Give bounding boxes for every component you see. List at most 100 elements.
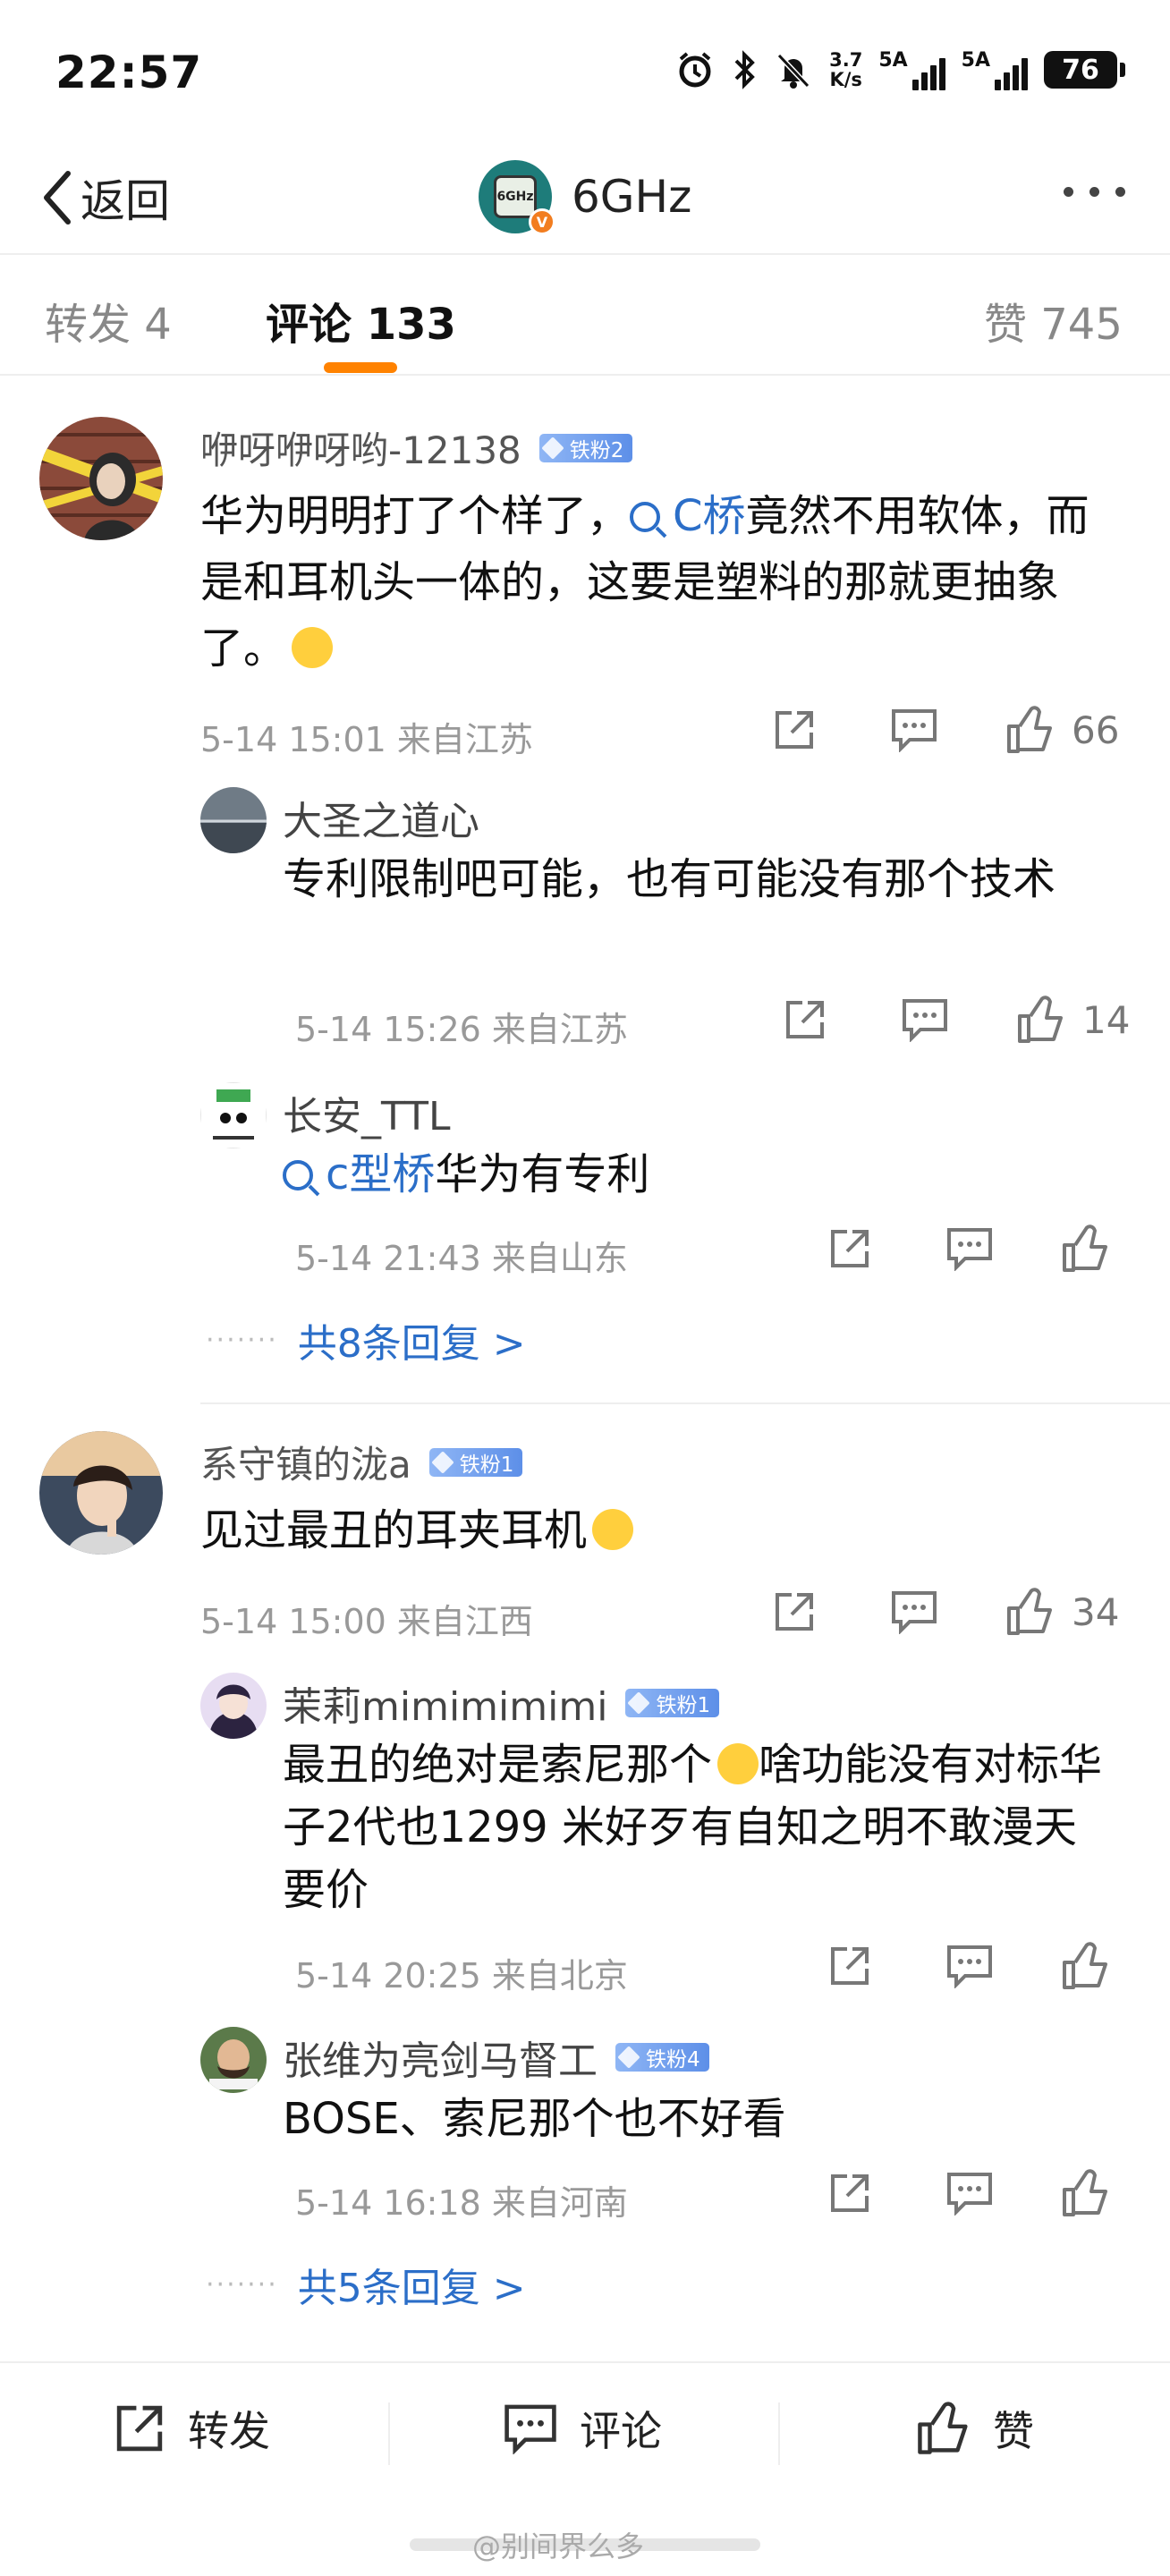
- reply-meta: 5-14 16:18 来自河南: [295, 2183, 628, 2223]
- username[interactable]: 系守镇的泷a: [200, 1435, 411, 1489]
- search-icon: [630, 502, 661, 532]
- username[interactable]: 咿呀咿呀哟-12138: [200, 420, 521, 475]
- back-button[interactable]: 返回: [39, 162, 170, 233]
- reply-actions: [825, 2168, 1111, 2218]
- share-icon[interactable]: [825, 2168, 875, 2218]
- comment-meta: 5-14 15:01 来自江苏: [200, 720, 533, 759]
- post-author[interactable]: 6GHz V 6GHz: [479, 157, 691, 237]
- bottom-action-bar: 转发 评论 赞: [0, 2361, 1170, 2504]
- comment-header: 咿呀咿呀哟-12138 铁粉2: [200, 420, 633, 475]
- like-count: 14: [1082, 997, 1131, 1042]
- share-icon: [116, 2405, 163, 2452]
- search-link[interactable]: C桥: [630, 491, 746, 541]
- reply-username[interactable]: 大圣之道心: [283, 789, 479, 846]
- reply-username[interactable]: 长安_TTL: [283, 1084, 451, 1141]
- diamond-icon: [627, 1691, 651, 1715]
- avatar-chip-label: 6GHz: [494, 175, 537, 218]
- author-avatar[interactable]: 6GHz V: [479, 160, 555, 235]
- active-tab-indicator: [324, 362, 397, 373]
- more-options-icon[interactable]: [1064, 187, 1125, 197]
- repost-label: 转发: [188, 2407, 270, 2455]
- reply-text: BOSE、索尼那个也不好看: [283, 2094, 786, 2144]
- comment-label: 评论: [580, 2407, 662, 2455]
- like-label: 赞: [993, 2407, 1034, 2455]
- reply-meta: 5-14 21:43 来自山东: [295, 1239, 628, 1278]
- fan-badge: 铁粉2: [538, 433, 633, 462]
- author-name: 6GHz: [572, 171, 692, 223]
- diamond-icon: [431, 1450, 454, 1474]
- verified-icon: V: [529, 208, 555, 235]
- like-icon[interactable]: [1005, 705, 1056, 755]
- reply-avatar[interactable]: [200, 1082, 267, 1148]
- comment-button[interactable]: 评论: [503, 2399, 662, 2458]
- comment-separator: [200, 1402, 1170, 1404]
- like-icon: [918, 2402, 968, 2454]
- reply-icon[interactable]: [900, 995, 950, 1045]
- reply-avatar[interactable]: [200, 2027, 267, 2093]
- like-count: 66: [1072, 708, 1120, 752]
- divider-dots: ·······: [206, 2268, 278, 2301]
- like-icon[interactable]: [1061, 1941, 1111, 1991]
- comment-text: 见过最丑的耳夹耳机: [200, 1497, 1104, 1563]
- like-icon[interactable]: [1005, 1587, 1056, 1637]
- reply-actions: [825, 1224, 1111, 1274]
- fan-badge: 铁粉4: [615, 2043, 709, 2072]
- more-replies[interactable]: ······· 共8条回复 >: [206, 1311, 526, 1368]
- battery-icon: 76: [1044, 49, 1125, 90]
- laughing-emoji-icon: [717, 1743, 759, 1784]
- more-replies-link[interactable]: 共5条回复 >: [298, 2256, 526, 2313]
- like-icon[interactable]: [1061, 1224, 1111, 1274]
- tab-repost[interactable]: 转发 4: [45, 289, 172, 352]
- share-icon[interactable]: [825, 1224, 875, 1274]
- comment-text: 华为明明打了个样了， C桥竟然不用软体，而是和耳机头一体的，这要是塑料的那就更抽象…: [200, 491, 1089, 674]
- reply-actions: 14: [780, 995, 1130, 1045]
- reply-text: c型桥华为有专利: [283, 1143, 1106, 1206]
- alarm-icon: [675, 49, 715, 90]
- laughing-emoji-icon: [592, 1509, 634, 1550]
- share-icon[interactable]: [769, 705, 819, 755]
- status-icons: 3.7 K/s 5A 5A 76: [675, 49, 1125, 90]
- reply-meta: 5-14 15:26 来自江苏: [295, 1010, 628, 1049]
- comment-actions: 34: [769, 1587, 1119, 1637]
- reply-username[interactable]: 张维为亮剑马督工: [283, 2029, 598, 2086]
- reply-icon[interactable]: [889, 705, 939, 755]
- search-icon: [283, 1160, 313, 1191]
- more-replies-link[interactable]: 共8条回复 >: [298, 1311, 526, 1368]
- bluetooth-icon: [731, 49, 758, 90]
- network-speed: 3.7 K/s: [829, 49, 863, 90]
- share-icon[interactable]: [769, 1587, 819, 1637]
- reply-icon[interactable]: [889, 1587, 939, 1637]
- fan-badge: 铁粉1: [625, 1689, 720, 1717]
- reply-icon[interactable]: [945, 1941, 995, 1991]
- reply-text: 专利限制吧可能，也有可能没有那个技术: [283, 854, 1056, 904]
- reply-avatar[interactable]: [200, 787, 267, 853]
- like-count: 34: [1072, 1589, 1120, 1634]
- like-button[interactable]: 赞: [916, 2399, 1034, 2458]
- reply-header: 茉莉mimimimimi 铁粉1: [283, 1674, 720, 1732]
- watermark: @别间界么多: [472, 2529, 645, 2563]
- like-icon[interactable]: [1016, 995, 1066, 1045]
- status-bar: 22:57 3.7 K/s 5A 5A 76: [0, 0, 1170, 148]
- share-icon[interactable]: [780, 995, 830, 1045]
- divider: [778, 2402, 780, 2465]
- reply-avatar[interactable]: [200, 1673, 267, 1739]
- reply-icon[interactable]: [945, 1224, 995, 1274]
- tab-comments[interactable]: 评论 133: [266, 289, 456, 352]
- clock: 22:57: [55, 47, 203, 98]
- share-icon[interactable]: [825, 1941, 875, 1991]
- chevron-left-icon: [44, 171, 71, 225]
- tab-likes[interactable]: 赞 745: [984, 289, 1123, 352]
- more-replies[interactable]: ······· 共5条回复 >: [206, 2256, 526, 2313]
- search-link[interactable]: c型桥: [283, 1149, 435, 1199]
- avatar[interactable]: [39, 1431, 163, 1555]
- diamond-icon: [541, 436, 564, 460]
- mute-icon: [774, 49, 813, 90]
- repost-button[interactable]: 转发: [113, 2399, 270, 2458]
- avatar[interactable]: [39, 417, 163, 540]
- reply-username[interactable]: 茉莉mimimimimi: [283, 1674, 607, 1732]
- reply-actions: [825, 1941, 1111, 1991]
- top-navigation: 返回 6GHz V 6GHz: [0, 148, 1170, 255]
- like-icon[interactable]: [1061, 2168, 1111, 2218]
- fan-badge: 铁粉1: [428, 1447, 523, 1477]
- reply-icon[interactable]: [945, 2168, 995, 2218]
